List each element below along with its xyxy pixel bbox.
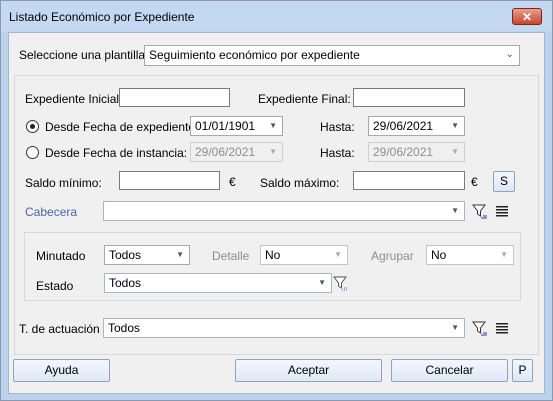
fecha-instancia-desde-value: 29/06/2021 xyxy=(195,145,256,159)
dropdown-arrow-icon: ▼ xyxy=(451,121,459,130)
saldo-minimo-input[interactable] xyxy=(119,171,220,190)
fecha-instancia-hasta-value: 29/06/2021 xyxy=(373,145,434,159)
cabecera-select[interactable]: ▼ xyxy=(103,201,465,221)
list-icon[interactable] xyxy=(494,203,510,219)
saldo-maximo-input[interactable] xyxy=(353,171,465,190)
minutado-select[interactable]: Todos ▼ xyxy=(104,245,190,265)
fecha-expediente-hasta-label: Hasta: xyxy=(320,120,355,134)
dropdown-arrow-icon: ▼ xyxy=(318,278,326,287)
detalle-select[interactable]: No ▼ xyxy=(260,245,348,265)
agrupar-select[interactable]: No ▼ xyxy=(426,245,514,265)
fecha-instancia-desde[interactable]: 29/06/2021 ▼ xyxy=(190,142,283,162)
dropdown-arrow-icon: ▼ xyxy=(269,121,277,130)
expediente-final-label: Expediente Final: xyxy=(258,92,351,106)
fecha-expediente-hasta[interactable]: 29/06/2021 ▼ xyxy=(368,116,465,136)
filter-icon[interactable] xyxy=(333,275,349,291)
currency-euro-label: € xyxy=(229,175,236,189)
saldo-minimo-label: Saldo mínimo: xyxy=(25,176,102,190)
saldo-maximo-label: Saldo máximo: xyxy=(260,176,340,190)
fecha-expediente-desde[interactable]: 01/01/1901 ▼ xyxy=(190,116,283,136)
aceptar-button[interactable]: Aceptar xyxy=(235,359,382,382)
fecha-instancia-hasta[interactable]: 29/06/2021 ▼ xyxy=(368,142,465,162)
plantilla-value: Seguimiento económico por expediente xyxy=(149,48,360,62)
dropdown-arrow-icon: ▼ xyxy=(451,147,459,156)
p-button[interactable]: P xyxy=(512,359,533,382)
fecha-instancia-label: Desde Fecha de instancia: xyxy=(45,146,188,160)
actuacion-label: T. de actuación xyxy=(19,322,100,336)
fecha-instancia-radio[interactable] xyxy=(26,146,39,159)
fecha-expediente-hasta-value: 29/06/2021 xyxy=(373,119,434,133)
s-button[interactable]: S xyxy=(493,171,515,192)
agrupar-label: Agrupar xyxy=(371,249,414,263)
minutado-value: Todos xyxy=(109,248,142,262)
close-button[interactable]: ✕ xyxy=(512,8,542,25)
detalle-value: No xyxy=(265,248,281,262)
fecha-expediente-radio[interactable] xyxy=(26,120,39,133)
minutado-label: Minutado xyxy=(36,249,86,263)
dropdown-arrow-icon: ▼ xyxy=(176,250,184,259)
expediente-inicial-input[interactable] xyxy=(119,88,230,107)
estado-label: Estado xyxy=(36,279,74,293)
expediente-final-input[interactable] xyxy=(353,88,465,107)
cancelar-button[interactable]: Cancelar xyxy=(391,359,508,382)
chevron-down-icon: ⌄ xyxy=(505,49,514,60)
detalle-label: Detalle xyxy=(212,249,250,263)
plantilla-select[interactable]: Seguimiento económico por expediente ⌄ xyxy=(144,45,520,66)
actuacion-value: Todos xyxy=(108,321,141,335)
fecha-instancia-hasta-label: Hasta: xyxy=(320,146,355,160)
actuacion-select[interactable]: Todos ▼ xyxy=(103,318,465,338)
dialog-window: Listado Económico por Expediente ✕ Selec… xyxy=(0,0,553,401)
estado-value: Todos xyxy=(109,276,142,290)
close-icon: ✕ xyxy=(521,10,533,24)
filter-icon[interactable] xyxy=(472,203,488,219)
ayuda-button[interactable]: Ayuda xyxy=(13,359,110,382)
plantilla-label: Seleccione una plantilla: xyxy=(19,48,149,62)
title-bar[interactable]: Listado Económico por Expediente ✕ xyxy=(1,1,552,31)
expediente-inicial-label: Expediente Inicial: xyxy=(25,92,123,106)
cabecera-label: Cabecera xyxy=(25,205,78,219)
dropdown-arrow-icon: ▼ xyxy=(451,206,459,215)
dropdown-arrow-icon: ▼ xyxy=(500,250,508,259)
dialog-body: Seleccione una plantilla: Seguimiento ec… xyxy=(8,32,545,394)
fecha-expediente-label: Desde Fecha de expediente: xyxy=(45,120,199,134)
currency-euro-label-2: € xyxy=(471,175,478,189)
dropdown-arrow-icon: ▼ xyxy=(269,147,277,156)
filter-icon[interactable] xyxy=(472,320,488,336)
list-icon[interactable] xyxy=(494,320,510,336)
agrupar-value: No xyxy=(431,248,447,262)
estado-select[interactable]: Todos ▼ xyxy=(104,273,332,293)
dropdown-arrow-icon: ▼ xyxy=(334,250,342,259)
fecha-expediente-desde-value: 01/01/1901 xyxy=(195,119,256,133)
window-title: Listado Económico por Expediente xyxy=(9,10,195,24)
dropdown-arrow-icon: ▼ xyxy=(451,323,459,332)
